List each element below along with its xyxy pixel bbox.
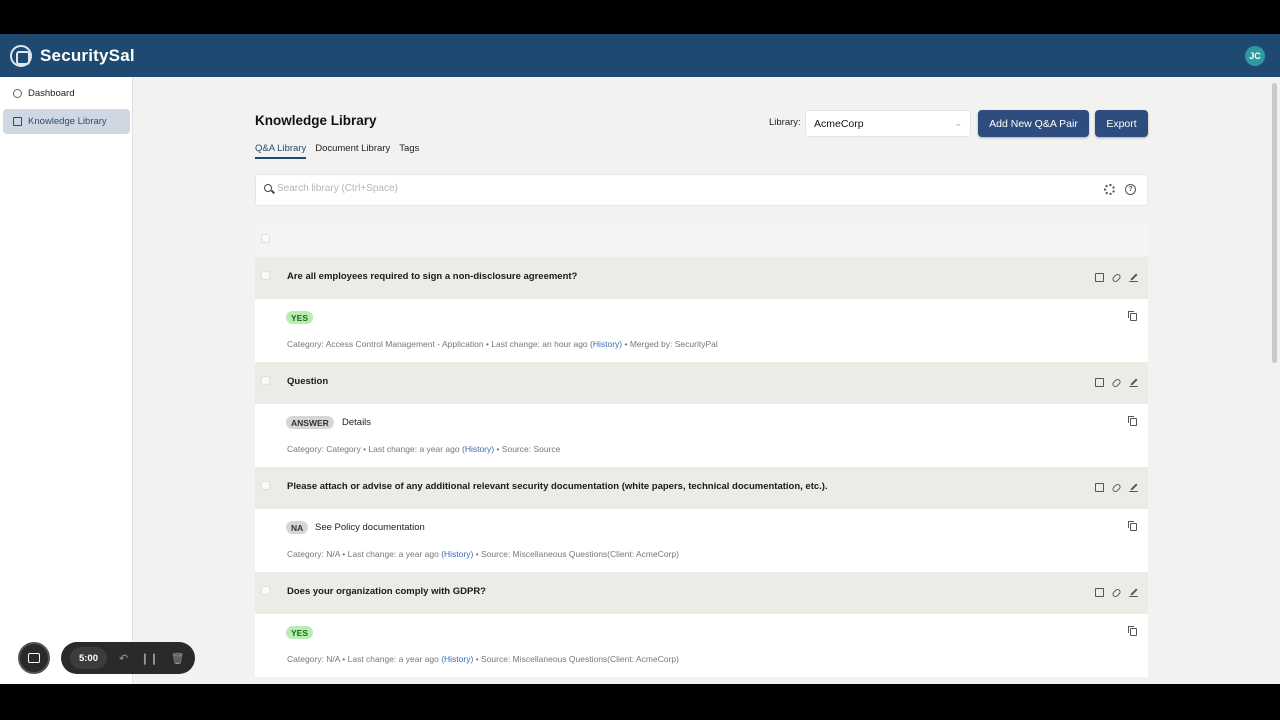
edit-icon[interactable] xyxy=(1129,483,1138,492)
export-button[interactable]: Export xyxy=(1095,110,1148,137)
library-select[interactable]: AcmeCorp ⌄ xyxy=(805,110,971,137)
avatar[interactable]: JC xyxy=(1245,46,1265,66)
history-link[interactable]: (History) xyxy=(441,654,473,664)
meta-text: Category: N/A • Last change: a year ago xyxy=(287,654,439,664)
copy-icon[interactable] xyxy=(1128,521,1137,531)
archive-icon[interactable] xyxy=(1095,483,1104,492)
sidebar-item-label: Knowledge Library xyxy=(28,116,107,127)
meta-text: Category: Access Control Management - Ap… xyxy=(287,339,588,349)
library-label: Library: xyxy=(769,117,801,128)
logo[interactable]: SecuritySal xyxy=(10,44,135,67)
sidebar: Dashboard Knowledge Library xyxy=(0,77,133,684)
row-actions xyxy=(1087,587,1138,599)
add-qa-pair-button[interactable]: Add New Q&A Pair xyxy=(978,110,1089,137)
app-window: SecuritySal JC Dashboard Knowledge Libra… xyxy=(0,34,1280,684)
entry-meta: Category: N/A • Last change: a year ago … xyxy=(287,549,679,559)
meta-text: • Source: Miscellaneous Questions(Client… xyxy=(475,654,679,664)
history-link[interactable]: (History) xyxy=(590,339,622,349)
camera-icon[interactable] xyxy=(18,642,50,674)
meta-text: • Source: Miscellaneous Questions(Client… xyxy=(475,549,679,559)
sidebar-item-label: Dashboard xyxy=(28,88,75,99)
entry-meta: Category: Category • Last change: a year… xyxy=(287,444,560,454)
chevron-down-icon: ⌄ xyxy=(954,118,962,128)
link-icon[interactable] xyxy=(1111,587,1122,599)
row-checkbox[interactable] xyxy=(261,481,270,490)
edit-icon[interactable] xyxy=(1129,273,1138,282)
question-row[interactable]: Does your organization comply with GDPR? xyxy=(255,572,1148,614)
question-row[interactable]: Please attach or advise of any additiona… xyxy=(255,467,1148,509)
help-icon[interactable]: ? xyxy=(1125,184,1136,195)
logo-icon xyxy=(10,44,32,67)
history-link[interactable]: (History) xyxy=(462,444,494,454)
edit-icon[interactable] xyxy=(1129,588,1138,597)
dashboard-icon xyxy=(13,89,22,98)
undo-icon[interactable]: ↶ xyxy=(119,652,128,665)
archive-icon[interactable] xyxy=(1095,588,1104,597)
tab-document-library[interactable]: Document Library xyxy=(315,143,390,159)
row-checkbox[interactable] xyxy=(261,271,270,280)
archive-icon[interactable] xyxy=(1095,273,1104,282)
answer-badge: NA xyxy=(286,521,309,534)
tab-bar: Q&A Library Document Library Tags xyxy=(255,143,428,159)
answer-text: See Policy documentation xyxy=(315,522,425,533)
copy-icon[interactable] xyxy=(1128,311,1137,321)
meta-text: • Merged by: SecurityPal xyxy=(624,339,718,349)
row-checkbox[interactable] xyxy=(261,376,270,385)
link-icon[interactable] xyxy=(1111,272,1122,284)
question-text: Are all employees required to sign a non… xyxy=(287,271,578,282)
question-text: Please attach or advise of any additiona… xyxy=(287,481,828,492)
link-icon[interactable] xyxy=(1111,482,1122,494)
list-header xyxy=(255,222,1148,256)
archive-icon[interactable] xyxy=(1095,378,1104,387)
answer-badge: ANSWER xyxy=(286,416,334,429)
search-bar: ? xyxy=(255,174,1148,206)
row-checkbox[interactable] xyxy=(261,586,270,595)
trash-icon[interactable]: 🗑 xyxy=(171,652,185,665)
page-title: Knowledge Library xyxy=(255,113,377,128)
recorder-controls: 5:00 ↶ ❙❙ 🗑 xyxy=(61,642,195,674)
entry-meta: Category: Access Control Management - Ap… xyxy=(287,339,718,349)
sidebar-item-dashboard[interactable]: Dashboard xyxy=(3,81,130,106)
tab-tags[interactable]: Tags xyxy=(399,143,419,159)
link-icon[interactable] xyxy=(1111,377,1122,389)
answer-badge: YES xyxy=(286,311,314,324)
select-all-checkbox[interactable] xyxy=(261,234,270,243)
meta-text: Category: N/A • Last change: a year ago xyxy=(287,549,439,559)
question-text: Does your organization comply with GDPR? xyxy=(287,586,486,597)
copy-icon[interactable] xyxy=(1128,626,1137,636)
answer-row: YES Category: Access Control Management … xyxy=(255,299,1148,362)
app-name: SecuritySal xyxy=(40,45,135,65)
tab-qa-library[interactable]: Q&A Library xyxy=(255,143,307,159)
book-icon xyxy=(13,117,22,126)
search-icon xyxy=(264,184,272,192)
copy-icon[interactable] xyxy=(1128,416,1137,426)
entry-meta: Category: N/A • Last change: a year ago … xyxy=(287,654,679,664)
meta-text: Category: Category • Last change: a year… xyxy=(287,444,460,454)
answer-text: Details xyxy=(342,417,372,428)
pause-icon[interactable]: ❙❙ xyxy=(140,652,158,665)
library-value: AcmeCorp xyxy=(814,118,864,130)
row-actions xyxy=(1087,272,1138,284)
main-content: Knowledge Library Q&A Library Document L… xyxy=(133,77,1280,684)
row-actions xyxy=(1087,482,1138,494)
recording-timer: 5:00 xyxy=(70,647,107,669)
question-text: Question xyxy=(287,376,329,387)
sidebar-item-knowledge-library[interactable]: Knowledge Library xyxy=(3,109,130,134)
history-link[interactable]: (History) xyxy=(441,549,473,559)
edit-icon[interactable] xyxy=(1129,378,1138,387)
gear-icon[interactable] xyxy=(1104,184,1115,195)
answer-row: NA See Policy documentation Category: N/… xyxy=(255,509,1148,572)
question-row[interactable]: Question xyxy=(255,362,1148,404)
answer-row: YES Category: N/A • Last change: a year … xyxy=(255,614,1148,677)
top-bar: SecuritySal JC xyxy=(0,34,1280,77)
row-actions xyxy=(1087,377,1138,389)
search-input[interactable] xyxy=(277,183,1077,194)
question-row[interactable]: Are all employees required to sign a non… xyxy=(255,257,1148,299)
meta-text: • Source: Source xyxy=(496,444,561,454)
answer-row: ANSWER Details Category: Category • Last… xyxy=(255,404,1148,467)
scrollbar[interactable] xyxy=(1272,83,1277,363)
answer-badge: YES xyxy=(286,626,314,639)
